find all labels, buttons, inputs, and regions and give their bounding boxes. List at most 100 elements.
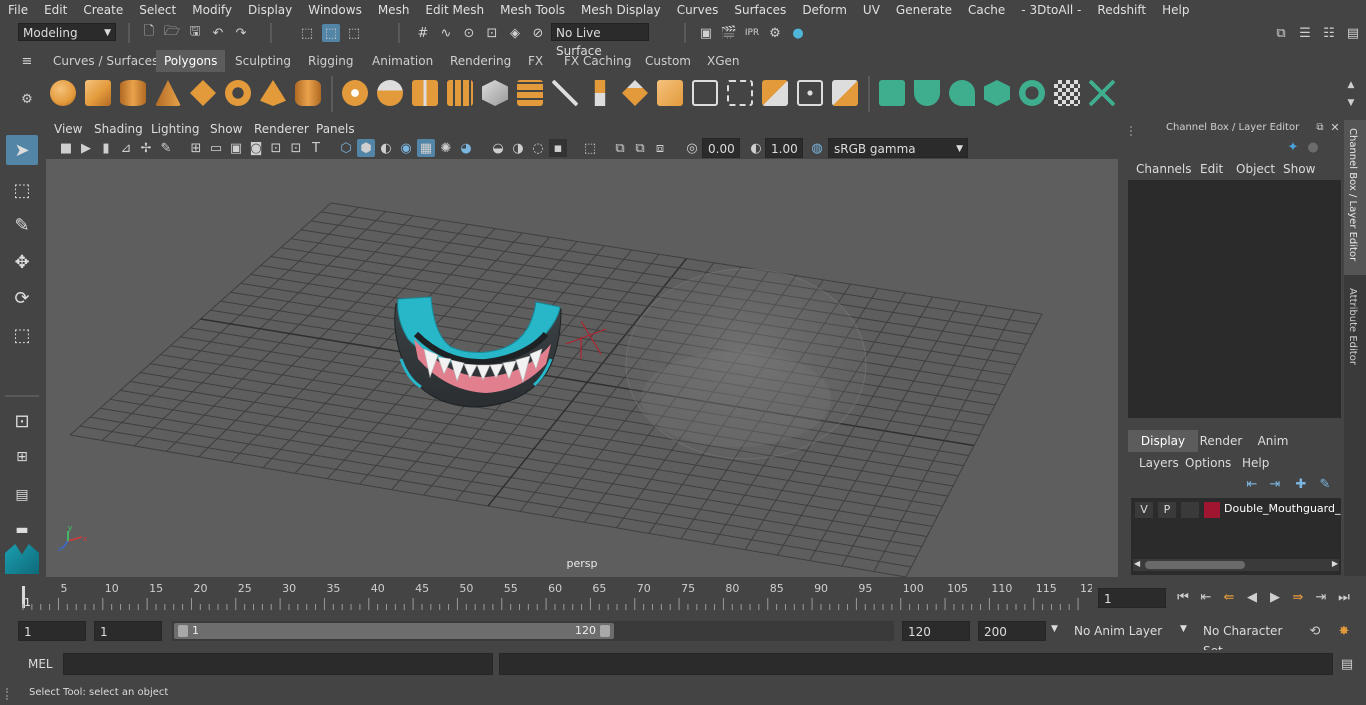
- xray-components-icon[interactable]: ⧈: [651, 139, 669, 157]
- shelf-tab-fx[interactable]: FX: [520, 50, 551, 72]
- grid-toggle-icon[interactable]: ⊞: [187, 139, 205, 157]
- graph-layout-icon[interactable]: ▬: [6, 515, 38, 545]
- options-menu[interactable]: Options: [1185, 456, 1231, 470]
- layer-tab-anim[interactable]: Anim: [1250, 430, 1296, 452]
- animation-preferences-icon[interactable]: ✸: [1335, 622, 1353, 640]
- ipr-render-icon[interactable]: IPR: [743, 24, 761, 42]
- channels-menu[interactable]: Channels: [1136, 162, 1192, 176]
- side-tab-attribute-editor[interactable]: Attribute Editor: [1344, 280, 1366, 375]
- multi-cut-icon[interactable]: [552, 80, 578, 106]
- layer-playback-toggle[interactable]: P: [1158, 502, 1176, 518]
- separate-icon[interactable]: [377, 80, 403, 106]
- menu-uv[interactable]: UV: [855, 3, 888, 17]
- scale-tool-icon[interactable]: ⬚: [6, 320, 38, 350]
- sync-icon[interactable]: ●: [1304, 138, 1322, 156]
- layer-name[interactable]: Double_Mouthguard_: [1224, 502, 1340, 515]
- menu-cache[interactable]: Cache: [960, 3, 1013, 17]
- shelf-scroll-up-icon[interactable]: ▲: [1342, 76, 1360, 94]
- image-plane-icon[interactable]: ⊿: [117, 139, 135, 157]
- uv-cylindrical-icon[interactable]: [914, 80, 940, 106]
- channel-box-toggle-icon[interactable]: ▤: [1344, 24, 1362, 42]
- bridge-icon[interactable]: [622, 80, 648, 106]
- layer-tab-display[interactable]: Display: [1128, 430, 1198, 452]
- viewport-menu-renderer[interactable]: Renderer: [254, 122, 309, 136]
- poly-torus-icon[interactable]: [225, 80, 251, 106]
- layer-tab-render[interactable]: Render: [1198, 430, 1244, 452]
- snap-surface-icon[interactable]: ◈: [506, 24, 524, 42]
- lasso-tool-icon[interactable]: ⬚: [6, 175, 38, 205]
- uv-spherical-icon[interactable]: [949, 80, 975, 106]
- viewport-menu-panels[interactable]: Panels: [316, 122, 355, 136]
- rotate-tool-icon[interactable]: ⟳: [6, 283, 38, 313]
- render-frame-icon[interactable]: 🎬: [720, 24, 738, 42]
- menu-windows[interactable]: Windows: [300, 3, 370, 17]
- poly-cone-icon[interactable]: [155, 80, 181, 106]
- menu-modify[interactable]: Modify: [184, 3, 240, 17]
- snap-view-icon[interactable]: ⊡: [483, 24, 501, 42]
- shelf-tab-polygons[interactable]: Polygons: [156, 50, 226, 72]
- move-tool-icon[interactable]: ✥: [6, 247, 38, 277]
- field-chart-icon[interactable]: ⊡: [267, 139, 285, 157]
- viewport-menu-shading[interactable]: Shading: [94, 122, 143, 136]
- merge-icon[interactable]: [832, 80, 858, 106]
- step-back-frame-icon[interactable]: ⇤: [1197, 588, 1215, 606]
- attribute-editor-toggle-icon[interactable]: ☰: [1296, 24, 1314, 42]
- snap-curve-icon[interactable]: ∿: [437, 24, 455, 42]
- film-gate-icon[interactable]: ▭: [207, 139, 225, 157]
- new-layer-from-selection-icon[interactable]: ✎: [1316, 475, 1334, 493]
- playback-start-field[interactable]: 1: [94, 621, 162, 641]
- command-language-label[interactable]: MEL: [28, 657, 53, 671]
- layer-display-type-toggle[interactable]: [1181, 502, 1199, 518]
- grease-pencil-icon[interactable]: ✎: [157, 139, 175, 157]
- snap-grid-icon[interactable]: #: [414, 24, 432, 42]
- move-layer-up-icon[interactable]: ⇤: [1243, 475, 1261, 493]
- four-view-layout-icon[interactable]: ⊞: [6, 442, 38, 472]
- menu-set-dropdown[interactable]: Modeling ▼: [18, 23, 116, 41]
- close-icon[interactable]: ✕: [1328, 120, 1342, 134]
- select-object-icon[interactable]: ⬚: [322, 24, 340, 42]
- layer-visibility-toggle[interactable]: V: [1135, 502, 1153, 518]
- combine-icon[interactable]: [342, 80, 368, 106]
- layer-color-swatch[interactable]: [1204, 502, 1220, 518]
- select-tool-icon[interactable]: ➤: [6, 135, 38, 165]
- shelf-tab-xgen[interactable]: XGen: [699, 50, 748, 72]
- menu-help[interactable]: Help: [1154, 3, 1197, 17]
- step-back-key-icon[interactable]: ⇚: [1220, 588, 1238, 606]
- gate-mask-icon[interactable]: ◙: [247, 139, 265, 157]
- tool-settings-toggle-icon[interactable]: ☷: [1320, 24, 1338, 42]
- animation-start-field[interactable]: 1: [18, 621, 86, 641]
- shelf-tab-custom[interactable]: Custom: [637, 50, 699, 72]
- shadows-icon[interactable]: ◕: [457, 139, 475, 157]
- ambient-occlusion-icon[interactable]: ◒: [489, 139, 507, 157]
- uv-planar-icon[interactable]: [879, 80, 905, 106]
- uv-unfold-icon[interactable]: [1019, 80, 1045, 106]
- extrude-icon[interactable]: [517, 80, 543, 106]
- chevron-right-icon[interactable]: ▶: [1332, 559, 1338, 568]
- range-slider[interactable]: 1 120: [172, 621, 894, 641]
- play-backwards-icon[interactable]: ◀: [1243, 588, 1261, 606]
- append-polygon-icon[interactable]: [657, 80, 683, 106]
- chevron-down-icon[interactable]: ▼: [1051, 624, 1058, 634]
- shelf-tab-animation[interactable]: Animation: [364, 50, 441, 72]
- motion-blur-icon[interactable]: ◑: [509, 139, 527, 157]
- move-layer-down-icon[interactable]: ⇥: [1266, 475, 1284, 493]
- panel-grip-icon[interactable]: [1130, 126, 1138, 136]
- color-management-icon[interactable]: ◍: [808, 139, 826, 157]
- viewport-menu-show[interactable]: Show: [210, 122, 242, 136]
- scrollbar-thumb[interactable]: [1145, 561, 1245, 569]
- bevel-icon[interactable]: [482, 80, 508, 106]
- go-to-start-icon[interactable]: ⏮: [1174, 588, 1192, 606]
- menu-redshift[interactable]: Redshift: [1089, 3, 1154, 17]
- uv-checker-icon[interactable]: [1054, 80, 1080, 106]
- menu-mesh-display[interactable]: Mesh Display: [573, 3, 669, 17]
- poly-pipe-icon[interactable]: [295, 80, 321, 106]
- live-surface-icon[interactable]: ⊘: [529, 24, 547, 42]
- xray-icon[interactable]: ▦: [417, 139, 435, 157]
- snap-point-icon[interactable]: ⊙: [460, 24, 478, 42]
- poly-plane-icon[interactable]: [190, 80, 216, 106]
- menu-mesh[interactable]: Mesh: [370, 3, 418, 17]
- textured-icon[interactable]: ◉: [397, 139, 415, 157]
- xray-joints-icon[interactable]: ⧉: [611, 139, 629, 157]
- animation-end-field[interactable]: 200: [978, 621, 1046, 641]
- outliner-layout-icon[interactable]: ▤: [6, 480, 38, 510]
